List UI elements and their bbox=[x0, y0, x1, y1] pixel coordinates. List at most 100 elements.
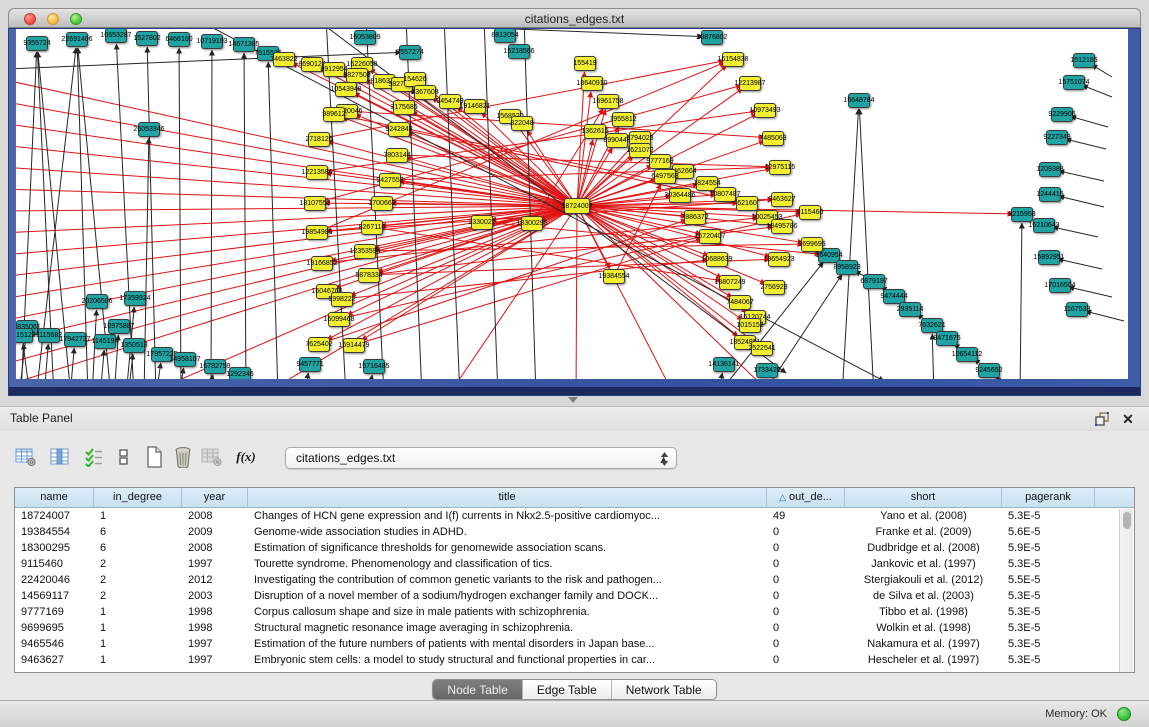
graph-node[interactable]: 1527802 bbox=[136, 31, 158, 46]
function-builder-icon[interactable]: f(x) bbox=[232, 443, 260, 471]
graph-node[interactable]: 19654923 bbox=[768, 252, 790, 267]
tab-network-table[interactable]: Network Table bbox=[611, 680, 716, 699]
graph-node[interactable]: 20206506 bbox=[86, 294, 108, 309]
graph-node[interactable]: 5878334 bbox=[358, 268, 380, 283]
toggle-rows-icon[interactable] bbox=[110, 443, 138, 471]
graph-node[interactable]: 12975115 bbox=[769, 160, 791, 175]
graph-node[interactable]: 12353594 bbox=[354, 244, 376, 259]
graph-node[interactable]: 1700662 bbox=[371, 196, 393, 211]
graph-node[interactable]: 6466160 bbox=[168, 32, 190, 47]
network-window-titlebar[interactable]: citations_edges.txt bbox=[8, 8, 1141, 28]
graph-node[interactable]: 20364486 bbox=[669, 188, 691, 203]
graph-node[interactable]: 16053809 bbox=[354, 30, 376, 45]
graph-node[interactable]: 7886372 bbox=[684, 210, 706, 225]
graph-node[interactable]: 8912954 bbox=[323, 62, 345, 77]
graph-node[interactable]: 5998222 bbox=[331, 292, 353, 307]
table-row[interactable]: 1938455462009Genome-wide association stu… bbox=[15, 524, 1134, 540]
new-column-icon[interactable] bbox=[140, 443, 168, 471]
graph-node[interactable]: 2367608 bbox=[414, 85, 436, 100]
graph-node[interactable]: 8813054 bbox=[494, 29, 516, 43]
graph-node[interactable]: 1244415 bbox=[1039, 187, 1061, 202]
graph-node[interactable]: 16154838 bbox=[722, 52, 744, 67]
graph-node[interactable]: 22691406 bbox=[66, 32, 88, 47]
graph-node[interactable]: 9229906 bbox=[1051, 107, 1073, 122]
graph-node[interactable]: 10688639 bbox=[706, 252, 728, 267]
graph-node[interactable]: 7803144 bbox=[386, 148, 408, 163]
graph-node[interactable]: 9827508 bbox=[346, 68, 368, 83]
graph-node[interactable]: 10653287 bbox=[105, 29, 127, 43]
tab-edge-table[interactable]: Edge Table bbox=[522, 680, 611, 699]
graph-node[interactable]: 3175685 bbox=[393, 100, 415, 115]
graph-node[interactable]: 9463627 bbox=[771, 192, 793, 207]
column-header-short[interactable]: short bbox=[845, 488, 1002, 507]
graph-node[interactable]: 14136141 bbox=[713, 357, 735, 372]
table-selector[interactable]: citations_edges.txt ▲ bbox=[285, 447, 677, 469]
table-row[interactable]: 946362711997Embryonic stem cells: a mode… bbox=[15, 652, 1134, 668]
graph-node[interactable]: 19384554 bbox=[603, 269, 625, 284]
graph-node[interactable]: 26053346 bbox=[138, 122, 160, 137]
graph-node[interactable]: 16782759 bbox=[204, 359, 226, 374]
graph-node[interactable]: 10807487 bbox=[714, 187, 736, 202]
graph-node[interactable]: 7557274 bbox=[399, 45, 421, 60]
table-row[interactable]: 911546021997Tourette syndrome. Phenomeno… bbox=[15, 556, 1134, 572]
graph-node[interactable]: 8267110 bbox=[361, 220, 383, 235]
graph-node[interactable]: 62160 bbox=[736, 196, 758, 211]
graph-node[interactable]: 19166852 bbox=[311, 256, 333, 271]
graph-node[interactable]: 2935114 bbox=[899, 302, 921, 317]
graph-node[interactable]: 12213987 bbox=[739, 76, 761, 91]
table-row[interactable]: 2242004622012Investigating the contribut… bbox=[15, 572, 1134, 588]
table-vertical-scrollbar[interactable] bbox=[1119, 509, 1133, 672]
graph-node[interactable]: 1145194 bbox=[94, 334, 116, 349]
graph-node[interactable]: 2756928 bbox=[763, 280, 785, 295]
graph-node[interactable]: 17016504 bbox=[1049, 278, 1071, 293]
show-columns-icon[interactable] bbox=[46, 443, 74, 471]
tab-node-table[interactable]: Node Table bbox=[433, 680, 522, 699]
graph-node[interactable]: 18107553 bbox=[304, 196, 326, 211]
graph-node[interactable]: 16210643 bbox=[1033, 218, 1055, 233]
select-columns-icon[interactable] bbox=[80, 443, 108, 471]
graph-node[interactable]: 7463822 bbox=[273, 52, 295, 67]
graph-node[interactable]: 15720407 bbox=[699, 229, 721, 244]
graph-node[interactable]: 15716485 bbox=[363, 359, 385, 374]
graph-node[interactable]: 9777169 bbox=[649, 154, 671, 169]
graph-node[interactable]: 2522541 bbox=[751, 341, 773, 356]
graph-node[interactable]: 7485063 bbox=[762, 131, 784, 146]
column-header-out_de[interactable]: △out_de... bbox=[767, 488, 845, 507]
graph-node[interactable]: 7955812 bbox=[612, 112, 634, 127]
graph-node[interactable]: 19146821 bbox=[464, 99, 486, 114]
graph-node[interactable]: 8215958 bbox=[1011, 207, 1033, 222]
graph-node[interactable]: 18640910 bbox=[581, 76, 603, 91]
graph-node[interactable]: 16961758 bbox=[597, 94, 619, 109]
delete-columns-icon[interactable] bbox=[169, 443, 197, 471]
graph-node[interactable]: 1621072 bbox=[629, 143, 651, 158]
graph-hub-node[interactable]: 18724007 bbox=[564, 198, 590, 214]
graph-node[interactable]: 20876802 bbox=[701, 30, 723, 45]
graph-node[interactable]: 9227349 bbox=[1046, 130, 1068, 145]
delete-table-icon[interactable] bbox=[198, 443, 226, 471]
graph-node[interactable]: 1167533 bbox=[1066, 302, 1088, 317]
graph-node[interactable]: 10719193 bbox=[201, 34, 223, 49]
graph-node[interactable]: 18807249 bbox=[719, 275, 741, 290]
table-row[interactable]: 1456911722003Disruption of a novel membe… bbox=[15, 588, 1134, 604]
scrollbar-thumb[interactable] bbox=[1123, 512, 1131, 529]
graph-node[interactable]: 18495786 bbox=[771, 219, 793, 234]
graph-node[interactable]: 16648784 bbox=[848, 93, 870, 108]
graph-node[interactable]: 1115682 bbox=[38, 328, 60, 343]
graph-node[interactable]: 155419 bbox=[574, 56, 596, 71]
memory-status-indicator[interactable] bbox=[1117, 707, 1131, 721]
graph-node[interactable]: 1209388 bbox=[1039, 162, 1061, 177]
graph-node[interactable]: 1512185 bbox=[1073, 53, 1095, 68]
graph-node[interactable]: 1292346 bbox=[229, 367, 251, 379]
graph-node[interactable]: 10975887 bbox=[108, 319, 130, 334]
graph-node[interactable]: 16914479 bbox=[343, 338, 365, 353]
graph-node[interactable]: 1350513 bbox=[123, 338, 145, 353]
graph-node[interactable]: 9355724 bbox=[26, 36, 48, 51]
graph-node[interactable]: 14671385 bbox=[233, 37, 255, 52]
graph-node[interactable]: 9457771 bbox=[299, 357, 321, 372]
graph-node[interactable]: 10543948 bbox=[335, 82, 357, 97]
column-header-name[interactable]: name bbox=[15, 488, 94, 507]
graph-node[interactable]: 8990448 bbox=[606, 133, 628, 148]
graph-node[interactable]: 14958107 bbox=[174, 352, 196, 367]
graph-node[interactable]: 19854985 bbox=[306, 225, 328, 240]
graph-node[interactable]: 822048 bbox=[511, 116, 533, 131]
